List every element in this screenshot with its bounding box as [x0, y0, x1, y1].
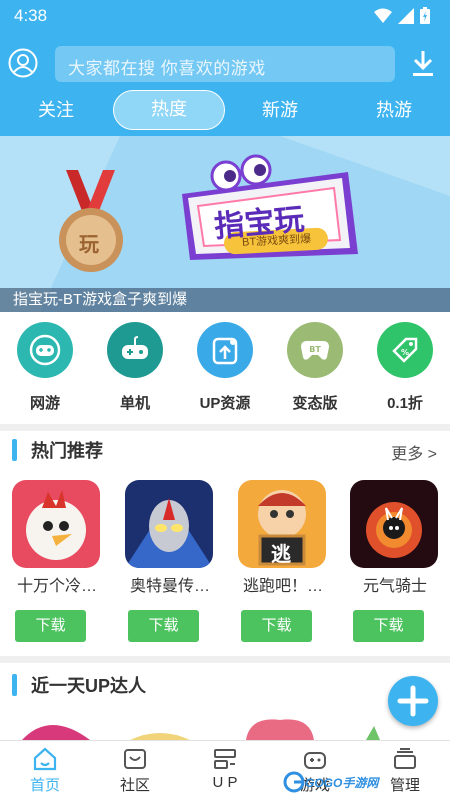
- hot-more-link[interactable]: 更多 >: [391, 440, 437, 464]
- hot-section-title: 热门推荐: [31, 441, 103, 461]
- nav-label: U P: [212, 774, 238, 791]
- nav-up[interactable]: U P: [190, 747, 260, 791]
- category-modded[interactable]: BT 变态版: [280, 322, 350, 413]
- nav-label: 社区: [119, 777, 150, 794]
- tab-new-games[interactable]: 新游: [240, 90, 320, 130]
- section-divider: [0, 424, 450, 431]
- up-section-title: 近一天UP达人: [31, 676, 147, 696]
- header: 4:38 大家都在搜 你喜欢的游戏 关注 热度 新游 热游: [0, 0, 450, 136]
- download-button[interactable]: 下载: [15, 610, 86, 642]
- medal-text: 玩: [79, 234, 99, 256]
- watermark-text: GOGO手游网: [305, 776, 379, 790]
- promo-banner[interactable]: 玩 指宝玩 BT游戏爽到爆 指宝玩-BT游戏盒子爽到爆: [0, 136, 450, 312]
- up-list-icon: [214, 749, 236, 769]
- category-label: UP资源: [199, 395, 251, 412]
- download-button[interactable]: 下载: [241, 610, 312, 642]
- user-icon: [8, 48, 38, 78]
- svg-text:BT: BT: [309, 345, 321, 354]
- controller-icon: [107, 322, 163, 378]
- up-section-header: 近一天UP达人: [12, 673, 146, 697]
- search-input[interactable]: 大家都在搜 你喜欢的游戏: [55, 46, 395, 82]
- game-icon-escape: 逃: [238, 480, 326, 568]
- download-manager-button[interactable]: [410, 50, 436, 78]
- download-icon: [413, 51, 433, 76]
- hot-section-header: 热门推荐: [12, 438, 103, 462]
- category-label: 单机: [119, 395, 150, 412]
- game-name: 逃跑吧！…: [242, 578, 323, 595]
- game-card[interactable]: 奥特曼传… 下载: [125, 480, 215, 642]
- category-label: 网游: [29, 395, 60, 412]
- game-name: 奥特曼传…: [129, 578, 210, 595]
- game-icon-soul-knight: [350, 480, 438, 568]
- game-name: 元气骑士: [362, 578, 427, 595]
- category-label: 0.1折: [387, 395, 423, 412]
- nav-home[interactable]: 首页: [10, 747, 80, 795]
- user-avatar-button[interactable]: [8, 48, 38, 78]
- tab-hot-games[interactable]: 热游: [354, 90, 434, 130]
- up-avatars-peek: [22, 719, 380, 740]
- status-icons: [374, 7, 430, 24]
- tab-bar: 关注 热度 新游 热游: [0, 90, 450, 130]
- share-upload-icon: [197, 322, 253, 378]
- category-label: 变态版: [292, 395, 338, 412]
- gamepad-circle-icon: [17, 322, 73, 378]
- category-online-games[interactable]: 网游: [10, 322, 80, 413]
- tab-popular[interactable]: 热度: [113, 90, 225, 130]
- section-divider: [0, 656, 450, 663]
- plus-icon: [397, 685, 429, 717]
- game-name: 十万个冷…: [16, 578, 97, 595]
- game-icon-text: 逃: [271, 544, 291, 566]
- discount-tag-icon: %: [377, 322, 433, 378]
- signal-icon: [398, 7, 414, 24]
- bt-controller-icon: BT: [287, 322, 343, 378]
- download-button[interactable]: 下载: [128, 610, 199, 642]
- download-button[interactable]: 下载: [353, 610, 424, 642]
- game-card[interactable]: 逃 逃跑吧！… 下载: [238, 480, 328, 642]
- category-grid: 网游 单机 UP资源 BT 变态版 % 0.1折: [0, 322, 450, 422]
- nav-label: 首页: [29, 777, 60, 794]
- status-time: 4:38: [14, 6, 48, 25]
- status-bar: 4:38: [0, 0, 450, 32]
- watermark-logo-icon: [283, 771, 305, 793]
- game-icon-ultraman: [125, 480, 213, 568]
- wifi-icon: [374, 8, 392, 23]
- game-card[interactable]: 元气骑士 下载: [350, 480, 440, 642]
- watermark: GOGO手游网: [283, 771, 383, 793]
- game-card[interactable]: 十万个冷… 下载: [12, 480, 102, 642]
- banner-caption: 指宝玩-BT游戏盒子爽到爆: [0, 288, 450, 312]
- category-discount[interactable]: % 0.1折: [370, 322, 440, 413]
- search-placeholder: 大家都在搜 你喜欢的游戏: [68, 59, 266, 78]
- section-accent-bar: [12, 439, 17, 461]
- category-up-resources[interactable]: UP资源: [190, 322, 260, 413]
- tab-follow[interactable]: 关注: [16, 90, 96, 130]
- battery-icon: [420, 7, 430, 24]
- community-icon: [124, 749, 146, 769]
- category-single-player[interactable]: 单机: [100, 322, 170, 413]
- manage-box-icon: [394, 748, 416, 769]
- game-icon-chicken: [12, 480, 100, 568]
- nav-community[interactable]: 社区: [100, 747, 170, 795]
- home-icon: [33, 747, 57, 771]
- gamepad-icon: [304, 752, 326, 769]
- add-fab-button[interactable]: [388, 676, 438, 726]
- hot-games-list: 十万个冷… 下载 奥特曼传… 下载 逃 逃跑吧！… 下载 元气骑士 下载: [0, 480, 450, 642]
- svg-text:%: %: [401, 348, 409, 357]
- section-accent-bar: [12, 674, 17, 696]
